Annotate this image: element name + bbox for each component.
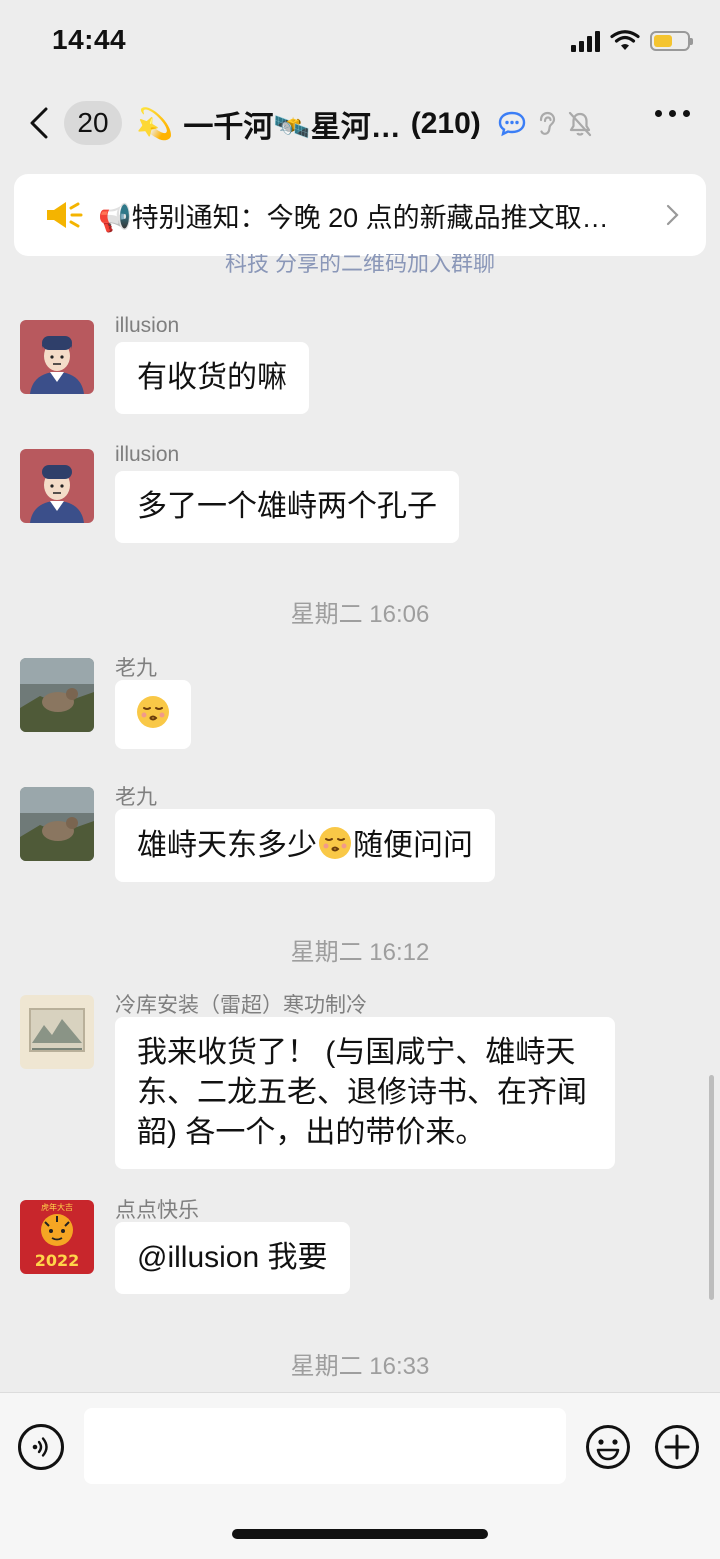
group-notice-bar[interactable]: 📢特别通知：今晚 20 点的新藏品推文取… [14,174,706,256]
chat-title[interactable]: 💫 一千河🛰️星河… (210) [136,102,593,146]
message-bubble[interactable]: @illusion 我要 [115,1222,350,1294]
battery-icon [650,31,693,51]
sender-name: illusion [115,314,180,337]
avatar-laojiu[interactable] [20,787,94,861]
emoji-picker-button[interactable] [585,1424,631,1470]
notice-text: 📢特别通知：今晚 20 点的新藏品推文取… [98,202,609,233]
avatar-illusion[interactable] [20,320,94,394]
input-bar [0,1392,720,1559]
sender-name: illusion [115,443,180,466]
status-time: 14:44 [52,24,127,55]
sender-name: 冷库安装（雷超）寒功制冷 [115,994,367,1017]
title-emoji: 💫 [136,107,174,141]
announcement-icon [47,202,83,228]
message-input[interactable] [84,1408,566,1484]
avatar-caption: 虎年大吉 [41,1202,73,1212]
title-status-icons [497,110,593,138]
system-message-partial: 科技 分享的二维码加入群聊 [0,254,720,280]
avatar-lengku[interactable] [20,995,94,1069]
cellular-signal-icon [571,30,600,52]
more-options-button[interactable] [655,110,690,117]
status-icons [571,30,693,52]
kissing-face-emoji-icon [319,827,351,859]
avatar-illusion[interactable] [20,449,94,523]
kissing-face-emoji-icon [137,696,169,728]
message-bubble[interactable]: 雄峙天东多少 随便问问 [115,809,495,882]
more-dot [655,110,662,117]
back-button[interactable]: 20 [22,100,122,146]
more-dot [683,110,690,117]
battery-fill [654,35,672,47]
message-bubble[interactable]: 我来收货了！ (与国咸宁、雄峙天东、二龙五老、退修诗书、在齐闻韶) 各一个，出的… [115,1017,615,1169]
status-bar: 14:44 [0,0,720,88]
system-message-text: 科技 分享的二维码加入群聊 [224,254,496,276]
voice-input-button[interactable] [18,1424,64,1470]
timestamp: 星期二 16:33 [290,1353,430,1380]
sender-name: 老九 [115,786,157,809]
message-bubble[interactable] [115,680,191,749]
message-text-part: 雄峙天东多少 [137,829,317,862]
more-functions-button[interactable] [654,1424,700,1470]
sender-name: 点点快乐 [115,1199,199,1222]
chevron-left-icon [22,100,56,146]
home-indicator [232,1529,488,1539]
unread-count-badge: 20 [64,101,122,145]
more-dot [669,110,676,117]
avatar-year-text: 2022 [35,1251,80,1270]
voice-icon [32,1437,48,1457]
chat-scrollbar[interactable] [709,1075,714,1300]
message-bubble[interactable]: 多了一个雄峙两个孔子 [115,471,459,543]
chat-nav-bar: 20 💫 一千河🛰️星河… (210) [0,88,720,158]
timestamp: 星期二 16:12 [290,939,430,966]
member-count: (210) [410,107,481,140]
avatar-diandiankuaile[interactable]: 虎年大吉 2022 [20,1200,94,1274]
chevron-right-icon [666,204,679,226]
ear-icon [539,111,555,135]
chat-bubble-icon [498,111,525,137]
avatar-laojiu[interactable] [20,658,94,732]
message-text-part: 随便问问 [353,829,473,862]
chat-title-text: 一千河🛰️星河… [183,111,401,144]
message-bubble[interactable]: 有收货的嘛 [115,342,309,414]
sender-name: 老九 [115,657,157,680]
muted-bell-icon [568,111,591,137]
timestamp: 星期二 16:06 [290,601,430,628]
wifi-icon [610,30,640,50]
